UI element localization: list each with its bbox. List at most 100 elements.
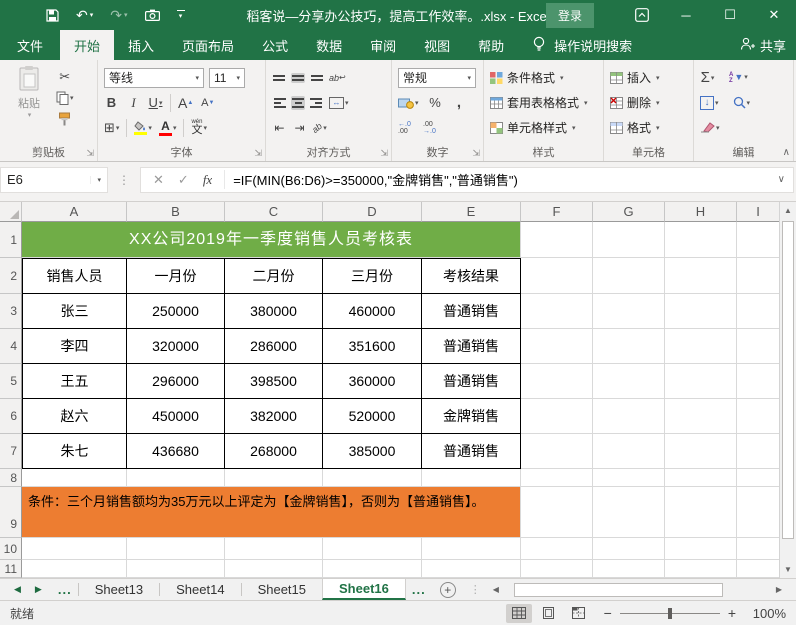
- cell[interactable]: [593, 399, 665, 434]
- alignment-dialog-launcher-icon[interactable]: ⇲: [380, 148, 388, 159]
- cell[interactable]: [323, 469, 422, 487]
- cell[interactable]: 张三: [22, 294, 127, 329]
- header-cell[interactable]: 二月份: [225, 258, 323, 294]
- tell-me-search[interactable]: 操作说明搜索: [532, 30, 632, 60]
- save-icon[interactable]: [46, 8, 59, 22]
- cell[interactable]: [225, 538, 323, 560]
- cell[interactable]: [593, 294, 665, 329]
- cell[interactable]: 普通销售: [422, 329, 521, 364]
- vertical-scrollbar[interactable]: ▲ ▼: [779, 202, 796, 578]
- cell[interactable]: [665, 560, 737, 578]
- cell[interactable]: [737, 469, 779, 487]
- cell[interactable]: 398500: [225, 364, 323, 399]
- cell[interactable]: 436680: [127, 434, 225, 469]
- align-right-icon[interactable]: [310, 96, 324, 110]
- cell[interactable]: [422, 538, 521, 560]
- cell[interactable]: [521, 222, 593, 258]
- row-header-2[interactable]: 2: [0, 258, 22, 294]
- cell[interactable]: [521, 364, 593, 399]
- cell[interactable]: [593, 560, 665, 578]
- increase-indent-icon[interactable]: ⇥: [292, 118, 307, 138]
- center-icon[interactable]: [291, 95, 305, 110]
- cell[interactable]: [323, 560, 422, 578]
- paste-dropdown-icon[interactable]: ▾: [28, 111, 32, 119]
- sheet-nav-prev-icon[interactable]: ◀: [14, 584, 21, 595]
- column-header-c[interactable]: C: [225, 202, 323, 222]
- decrease-indent-icon[interactable]: ⇤: [272, 118, 287, 138]
- row-header-6[interactable]: 6: [0, 399, 22, 434]
- grow-font-button[interactable]: A ▲: [178, 93, 193, 113]
- customize-qat-dropdown-icon[interactable]: ▾: [176, 10, 185, 20]
- formula-input[interactable]: =IF(MIN(B6:D6)>=350000,"金牌销售","普通销售"): [224, 170, 769, 189]
- cell[interactable]: [593, 469, 665, 487]
- cell[interactable]: [593, 487, 665, 538]
- cancel-formula-icon[interactable]: ✕: [153, 172, 164, 188]
- cell[interactable]: [521, 294, 593, 329]
- font-color-button[interactable]: A ▾: [158, 118, 176, 138]
- scroll-right-icon[interactable]: ▶: [772, 585, 786, 594]
- zoom-slider[interactable]: [619, 607, 720, 619]
- cell[interactable]: [665, 222, 737, 258]
- tab-file[interactable]: 文件: [0, 30, 60, 60]
- underline-button[interactable]: U ▾: [148, 93, 163, 113]
- cell[interactable]: [665, 294, 737, 329]
- column-header-e[interactable]: E: [422, 202, 521, 222]
- row-header-7[interactable]: 7: [0, 434, 22, 469]
- cell[interactable]: [665, 329, 737, 364]
- row-header-1[interactable]: 1: [0, 222, 22, 258]
- cell[interactable]: [737, 222, 779, 258]
- header-cell[interactable]: 考核结果: [422, 258, 521, 294]
- sheet-tab-sheet14[interactable]: Sheet14: [160, 579, 240, 600]
- redo-button[interactable]: ↷ ▾: [110, 8, 127, 22]
- sheet-tab-sheet16-active[interactable]: Sheet16: [322, 579, 406, 600]
- tab-help[interactable]: 帮助: [464, 30, 518, 60]
- name-box[interactable]: E6 ▾: [0, 166, 108, 193]
- cell[interactable]: 320000: [127, 329, 225, 364]
- cell[interactable]: [521, 329, 593, 364]
- cell[interactable]: 351600: [323, 329, 422, 364]
- cell[interactable]: 普通销售: [422, 364, 521, 399]
- fill-color-button[interactable]: ▾: [134, 118, 152, 138]
- cell[interactable]: [737, 487, 779, 538]
- shrink-font-button[interactable]: A ▼: [200, 93, 215, 113]
- cell-styles-button[interactable]: 单元格样式 ▾: [490, 115, 598, 140]
- font-dialog-launcher-icon[interactable]: ⇲: [254, 148, 262, 159]
- sheet-tab-sheet13[interactable]: Sheet13: [79, 579, 159, 600]
- column-header-b[interactable]: B: [127, 202, 225, 222]
- cell[interactable]: [737, 329, 779, 364]
- cell[interactable]: 268000: [225, 434, 323, 469]
- cell[interactable]: 382000: [225, 399, 323, 434]
- cell[interactable]: [665, 469, 737, 487]
- share-button[interactable]: 共享: [740, 30, 786, 60]
- accounting-format-icon[interactable]: ▾: [398, 93, 419, 113]
- tab-insert[interactable]: 插入: [114, 30, 168, 60]
- cell[interactable]: 普通销售: [422, 434, 521, 469]
- sheet-tab-sheet15[interactable]: Sheet15: [242, 579, 322, 600]
- cell[interactable]: [422, 469, 521, 487]
- column-header-f[interactable]: F: [521, 202, 593, 222]
- cell[interactable]: [225, 469, 323, 487]
- conditional-formatting-button[interactable]: 条件格式 ▾: [490, 65, 598, 90]
- zoom-slider-handle[interactable]: [667, 607, 672, 619]
- merged-title-cell[interactable]: XX公司2019年一季度销售人员考核表: [22, 222, 521, 258]
- scroll-down-icon[interactable]: ▼: [780, 561, 796, 578]
- cell[interactable]: [665, 399, 737, 434]
- borders-button[interactable]: ⊞ ▾: [104, 118, 119, 138]
- name-box-dropdown-icon[interactable]: ▾: [90, 175, 101, 184]
- cell[interactable]: 李四: [22, 329, 127, 364]
- phonetic-guide-button[interactable]: wén 文 ▾: [191, 118, 207, 138]
- tab-review[interactable]: 审阅: [356, 30, 410, 60]
- format-as-table-button[interactable]: 套用表格格式 ▾: [490, 90, 598, 115]
- tab-view[interactable]: 视图: [410, 30, 464, 60]
- cell[interactable]: [521, 434, 593, 469]
- cell[interactable]: [665, 487, 737, 538]
- autosum-button[interactable]: Σ ▾: [700, 68, 715, 88]
- cell[interactable]: [737, 258, 779, 294]
- cell[interactable]: [521, 258, 593, 294]
- close-button[interactable]: ✕: [752, 0, 796, 30]
- screenshot-camera-icon[interactable]: [144, 9, 160, 21]
- expand-formula-bar-icon[interactable]: ∨: [770, 174, 793, 185]
- cell[interactable]: [737, 364, 779, 399]
- cell[interactable]: [593, 364, 665, 399]
- cell[interactable]: 普通销售: [422, 294, 521, 329]
